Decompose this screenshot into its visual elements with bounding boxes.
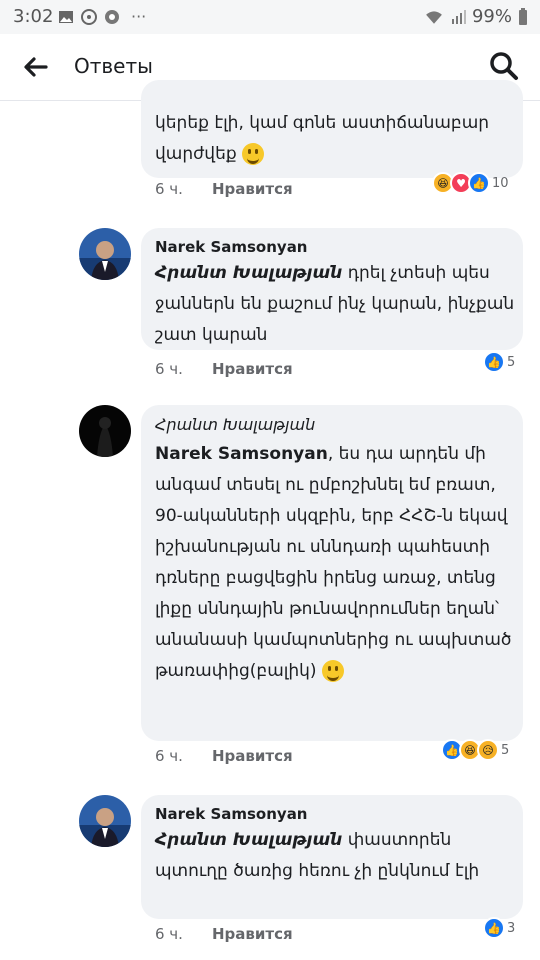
battery-icon [519,7,527,25]
comment-time: 6 ч. [155,360,183,378]
smiley-emoji-icon [321,660,344,682]
gallery-icon [59,10,73,23]
like-reaction-icon: 👍 [468,172,490,194]
reaction-count: 3 [507,920,516,936]
page-title: Ответы [74,54,153,78]
comment-text: , ես դա արդեն մի անգամ տեսել ու ըմբոշխնե… [155,444,512,681]
comment-author[interactable]: Narek Samsonyan [155,238,308,256]
reaction-summary[interactable]: 😆 ♥ 👍 10 [432,172,509,194]
comment-author[interactable]: Narek Samsonyan [155,805,308,823]
comment-bubble[interactable]: Narek Samsonyan Հրանտ Խալաթյան փաստորեն … [141,795,523,919]
comment-bubble[interactable]: Narek Samsonyan Հրանտ Խալաթյան դրել չտես… [141,228,523,350]
chrome-icon [105,9,119,24]
smiley-emoji-icon [242,143,265,165]
battery-level: 99% [471,6,512,27]
comment-time: 6 ч. [155,747,183,765]
sad-reaction-icon: 😥 [477,739,499,761]
comment-author[interactable]: Հրանտ Խալաթյան [155,415,315,434]
comment-bubble[interactable]: կերեք էլի, կամ գոնե աստիճանաբար վարժվեք [141,80,523,178]
search-icon[interactable] [488,50,520,82]
reaction-count: 5 [507,354,516,370]
avatar[interactable] [79,228,131,280]
like-button[interactable]: Нравится [212,180,293,198]
avatar[interactable] [79,405,131,457]
like-reaction-icon: 👍 [483,917,505,939]
reaction-summary[interactable]: 👍 3 [483,917,515,939]
more-notifications: ··· [131,7,147,26]
mention-link[interactable]: Հրանտ Խալաթյան [155,830,342,850]
status-time: 3:02 [13,6,54,27]
like-button[interactable]: Нравится [212,925,293,943]
reaction-count: 10 [492,175,509,191]
reaction-count: 5 [501,742,510,758]
comment-time: 6 ч. [155,925,183,943]
like-button[interactable]: Нравится [212,360,293,378]
status-bar: 3:02 ··· 99% [0,0,540,34]
comment-bubble[interactable]: Հրանտ Խալաթյան Narek Samsonyan, ես դա ար… [141,405,523,741]
like-button[interactable]: Нравится [212,747,293,765]
mention-link[interactable]: Հրանտ Խալաթյան [155,263,342,283]
back-arrow-icon[interactable] [20,52,50,82]
signal-icon [451,9,466,24]
reaction-summary[interactable]: 👍 5 [483,351,515,373]
viber-icon [81,8,97,25]
comment-time: 6 ч. [155,180,183,198]
mention-link[interactable]: Narek Samsonyan [155,444,328,464]
avatar[interactable] [79,795,131,847]
comment-text: կերեք էլի, կամ գոնե աստիճանաբար վարժվեք [155,113,490,164]
like-reaction-icon: 👍 [483,351,505,373]
reaction-summary[interactable]: 👍 😆 😥 5 [441,739,509,761]
wifi-icon [426,10,442,24]
